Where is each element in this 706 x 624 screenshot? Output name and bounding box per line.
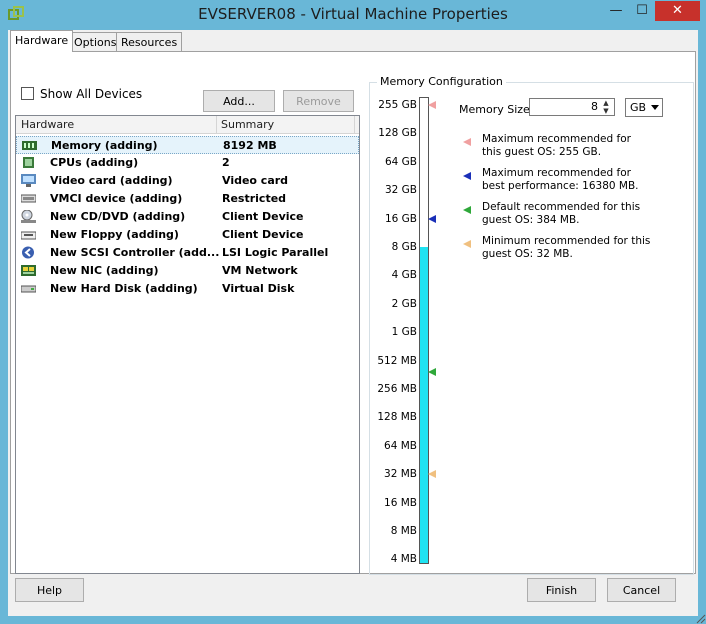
hardware-row-name: CPUs (adding): [50, 156, 139, 169]
hardware-row-scsi-controller[interactable]: New SCSI Controller (add... LSI Logic Pa…: [16, 244, 359, 262]
window: EVSERVER08 - Virtual Machine Properties …: [0, 0, 706, 624]
show-all-devices-checkbox[interactable]: [21, 87, 34, 100]
scale-label: 32 MB: [384, 468, 417, 481]
hardware-row-vmci[interactable]: VMCI device (adding) Restricted: [16, 190, 359, 208]
scale-label: 32 GB: [384, 184, 417, 197]
legend-marker-icon: [463, 172, 471, 180]
memory-marker-icon: [428, 214, 436, 223]
hardware-row-summary: Client Device: [222, 210, 304, 223]
scale-label: 2 GB: [391, 297, 417, 310]
scale-label: 16 GB: [384, 212, 417, 225]
hardware-row-name: Video card (adding): [50, 174, 173, 187]
hardware-tab-panel: Show All Devices Add... Remove Hardware …: [10, 51, 696, 575]
hardware-row-summary: Virtual Disk: [222, 282, 295, 295]
legend-marker-icon: [463, 138, 471, 146]
hardware-row-name: New Floppy (adding): [50, 228, 179, 241]
close-button[interactable]: ✕: [655, 1, 700, 21]
memory-size-label: Memory Size:: [459, 103, 534, 116]
tab-hardware[interactable]: Hardware: [10, 30, 74, 52]
floppy-icon: [21, 231, 36, 240]
column-header-hardware[interactable]: Hardware: [21, 118, 74, 131]
hardware-row-summary: LSI Logic Parallel: [222, 246, 329, 259]
scale-label: 8 MB: [390, 525, 417, 537]
show-all-devices-label[interactable]: Show All Devices: [40, 87, 142, 101]
hardware-row-summary: 2: [222, 156, 230, 169]
scale-label: 256 MB: [377, 383, 417, 395]
hardware-row-summary: VM Network: [222, 264, 298, 277]
memory-unit-value: GB: [630, 101, 647, 114]
memory-marker-icon: [428, 470, 436, 479]
scale-label: 128 MB: [377, 411, 417, 424]
memory-icon: [22, 141, 37, 150]
hardware-list-header: Hardware Summary: [16, 116, 359, 134]
cd-dvd-icon: [21, 210, 36, 223]
scale-label: 64 MB: [384, 439, 417, 452]
tab-options[interactable]: Options: [69, 32, 122, 52]
legend-marker-icon: [463, 206, 471, 214]
memory-marker-icon: [428, 368, 436, 377]
scale-label: 16 MB: [384, 496, 417, 509]
scale-label: 4 GB: [391, 269, 417, 282]
memory-unit-select[interactable]: GB: [625, 98, 663, 117]
scsi-controller-icon: [22, 246, 34, 259]
hardware-row-cpus[interactable]: CPUs (adding) 2: [16, 154, 359, 172]
nic-icon: [21, 265, 36, 276]
video-card-icon: [21, 174, 36, 187]
memory-marker-icon: [428, 101, 436, 109]
scale-label: 128 GB: [378, 127, 417, 140]
help-button[interactable]: Help: [15, 578, 84, 602]
hardware-row-hard-disk[interactable]: New Hard Disk (adding) Virtual Disk: [16, 280, 359, 298]
legend-marker-icon: [463, 240, 471, 248]
finish-button[interactable]: Finish: [527, 578, 596, 602]
hard-disk-icon: [21, 285, 36, 293]
hardware-row-floppy[interactable]: New Floppy (adding) Client Device: [16, 226, 359, 244]
scale-label: 64 GB: [384, 155, 417, 168]
hardware-row-name: New CD/DVD (adding): [50, 210, 186, 223]
legend-text: Minimum recommended for this guest OS: 3…: [482, 235, 651, 260]
chevron-down-icon: [651, 105, 659, 110]
hardware-row-name: New Hard Disk (adding): [50, 282, 198, 295]
hardware-row-summary: Restricted: [222, 192, 287, 205]
scale-label: 1 GB: [391, 326, 417, 339]
column-header-summary[interactable]: Summary: [221, 118, 274, 131]
scale-label: 4 MB: [390, 553, 417, 566]
hardware-list[interactable]: Hardware Summary Memory (adding) 8192 MB…: [15, 115, 360, 574]
resize-grip-icon[interactable]: [694, 612, 706, 624]
hardware-row-name: Memory (adding): [51, 139, 158, 152]
hardware-row-memory[interactable]: Memory (adding) 8192 MB: [16, 136, 359, 154]
window-title: EVSERVER08 - Virtual Machine Properties: [198, 5, 508, 23]
hardware-row-name: VMCI device (adding): [50, 192, 183, 205]
legend-text: Default recommended for this guest OS: 3…: [482, 201, 641, 226]
hardware-row-name: New NIC (adding): [50, 264, 159, 277]
memory-configuration-label: Memory Configuration: [377, 75, 506, 88]
legend-text: Maximum recommended for this guest OS: 2…: [482, 133, 631, 158]
hardware-row-name: New SCSI Controller (add...: [50, 246, 220, 259]
maximize-button[interactable]: ☐: [629, 1, 655, 21]
title-bar[interactable]: EVSERVER08 - Virtual Machine Properties …: [0, 0, 706, 30]
hardware-row-nic[interactable]: New NIC (adding) VM Network: [16, 262, 359, 280]
minimize-button[interactable]: —: [603, 1, 629, 21]
cancel-button[interactable]: Cancel: [607, 578, 676, 602]
vmci-icon: [21, 194, 36, 203]
hardware-row-summary: Client Device: [222, 228, 304, 241]
spin-up-icon[interactable]: ▲: [599, 99, 613, 107]
dialog-body: Hardware Options Resources Show All Devi…: [8, 30, 698, 616]
spin-down-icon[interactable]: ▼: [599, 107, 613, 115]
scale-label: 512 MB: [377, 354, 417, 367]
legend-text: Maximum recommended for best performance…: [482, 167, 639, 192]
hardware-row-summary: Video card: [222, 174, 289, 187]
memory-slider-fill[interactable]: [420, 247, 428, 563]
hardware-row-video-card[interactable]: Video card (adding) Video card: [16, 172, 359, 190]
add-button[interactable]: Add...: [203, 90, 275, 112]
tab-resources[interactable]: Resources: [116, 32, 183, 52]
scale-label: 8 GB: [391, 241, 417, 253]
cpu-icon: [23, 157, 34, 168]
hardware-row-cd-dvd[interactable]: New CD/DVD (adding) Client Device: [16, 208, 359, 226]
scale-label: 255 GB: [378, 99, 417, 111]
hardware-row-summary: 8192 MB: [223, 139, 277, 152]
remove-button[interactable]: Remove: [283, 90, 354, 112]
